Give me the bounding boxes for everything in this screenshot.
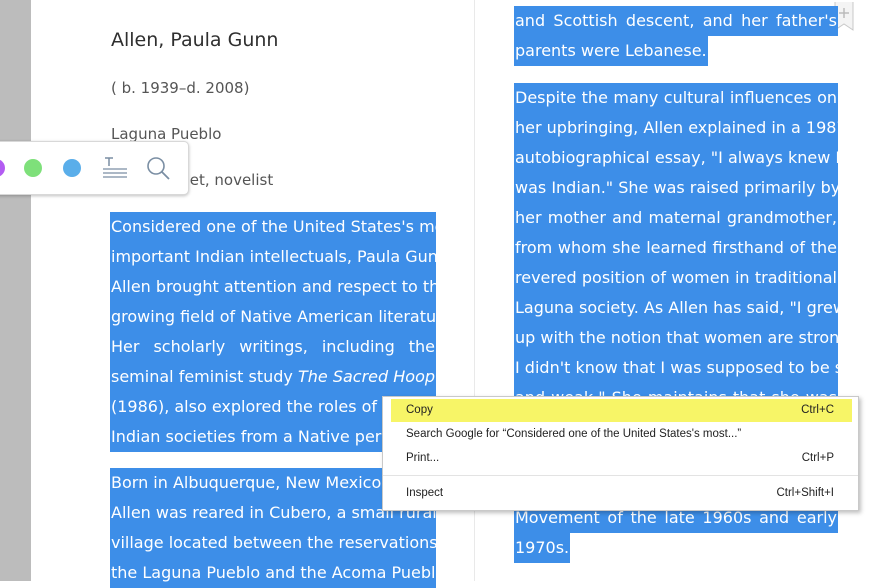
blue-highlight-button[interactable] — [63, 159, 81, 177]
text-line: Her scholarly writings, including the — [110, 332, 436, 362]
text-line: Considered one of the United States's mo… — [110, 212, 436, 242]
menu-item-label: Copy — [406, 404, 433, 416]
menu-item-shortcut: Ctrl+C — [801, 404, 834, 416]
text-line: important Indian intellectuals, Paula Gu… — [110, 242, 436, 272]
menu-item-label: Print... — [406, 452, 440, 464]
text-line: and Scottish descent, and her father's — [514, 6, 838, 36]
text-line: Allen brought attention and respect to t… — [110, 272, 436, 302]
menu-item-label: Search Google for “Considered one of the… — [406, 428, 742, 440]
text-line: seminal feminist study The Sacred Hoop — [110, 362, 436, 392]
text-line: up with the notion that women are strong… — [514, 323, 838, 353]
text-line: the Laguna Pueblo and the Acoma Pueblo. — [110, 558, 436, 588]
book-title-italic: The Sacred Hoop — [297, 367, 436, 386]
article-title: Allen, Paula Gunn — [111, 29, 279, 51]
menu-item-shortcut: Ctrl+Shift+I — [776, 487, 834, 499]
text-line: her upbringing, Allen explained in a 198… — [514, 113, 838, 143]
text-line: growing field of Native American literat… — [110, 302, 436, 332]
menu-item-shortcut: Ctrl+P — [801, 452, 834, 464]
context-menu: Copy Ctrl+C Search Google for “Considere… — [382, 396, 859, 511]
selected-paragraph[interactable]: Movement of the late 1960s and early 197… — [514, 503, 838, 573]
reader-side-gutter — [0, 0, 31, 581]
selected-paragraph[interactable]: and Scottish descent, and her father's p… — [514, 6, 838, 76]
highlight-toolbar — [0, 141, 189, 195]
text-line: parents were Lebanese. — [514, 36, 708, 66]
text-line: village located between the reservations… — [110, 528, 436, 558]
text-line: from whom she learned firsthand of the — [514, 233, 838, 263]
purple-highlight-button[interactable] — [0, 159, 5, 177]
text-line: was Indian." She was raised primarily by — [514, 173, 838, 203]
text-line: Despite the many cultural influences on — [514, 83, 838, 113]
menu-item-label: Inspect — [406, 487, 444, 499]
text-line: autobiographical essay, "I always knew I — [514, 143, 838, 173]
add-note-icon[interactable] — [102, 155, 128, 181]
menu-item-print[interactable]: Print... Ctrl+P — [383, 447, 858, 470]
text-line: 1970s. — [514, 533, 571, 563]
green-highlight-button[interactable] — [24, 159, 42, 177]
menu-item-inspect[interactable]: Inspect Ctrl+Shift+I — [383, 482, 858, 505]
menu-separator — [383, 475, 858, 476]
text-line: Laguna society. As Allen has said, "I gr… — [514, 293, 838, 323]
text-line: revered position of women in traditional — [514, 263, 838, 293]
search-icon[interactable] — [145, 155, 171, 181]
menu-item-copy[interactable]: Copy Ctrl+C — [391, 399, 852, 422]
menu-item-search-google[interactable]: Search Google for “Considered one of the… — [383, 423, 858, 446]
text-line: her mother and maternal grandmother, — [514, 203, 838, 233]
article-dates: ( b. 1939–d. 2008) — [111, 79, 250, 97]
text-line: I didn't know that I was supposed to be … — [514, 353, 838, 383]
text-fragment: seminal feminist study — [111, 367, 298, 386]
selected-paragraph[interactable]: Despite the many cultural influences on … — [514, 83, 838, 413]
